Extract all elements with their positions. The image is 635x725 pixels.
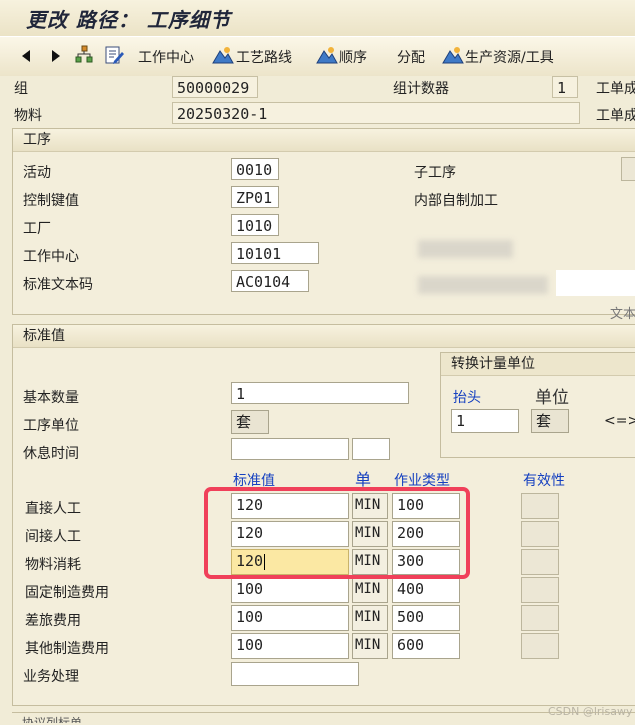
header-right-label: 工单成 [596,81,635,97]
unit-field[interactable]: MIN [352,633,388,659]
validity-checkbox[interactable] [521,633,559,659]
std-text-label: 标准文本码 [23,277,93,293]
highlight-annotation [204,487,470,579]
sub-operation-label: 子工序 [414,165,456,181]
next-arrow-icon[interactable] [52,48,60,64]
edit-icon[interactable] [104,45,124,69]
unit-field[interactable]: MIN [352,577,388,603]
material-field[interactable]: 20250320-1 [172,102,580,124]
work-center-field[interactable]: 10101 [231,242,319,264]
validity-checkbox[interactable] [521,605,559,631]
break-time-field[interactable] [231,438,349,460]
short-text-field[interactable] [556,270,635,296]
activity-field[interactable]: 0010 [231,158,279,180]
row-label: 固定制造费用 [25,585,109,601]
operation-unit-field[interactable]: 套 [231,410,269,434]
mountain-icon [316,45,338,69]
column-validity: 有效性 [523,473,565,489]
group-counter-label: 组计数器 [393,81,449,97]
group-counter-field[interactable]: 1 [552,76,578,98]
blurred-text [418,240,513,258]
row-label: 间接人工 [25,529,81,545]
toolbar-work-center[interactable]: 工作中心 [138,47,194,67]
mountain-icon [442,45,464,69]
conversion-unit-label: 单位 [535,388,569,408]
validity-checkbox[interactable] [521,549,559,575]
standard-value-field[interactable]: 100 [231,577,349,603]
validity-checkbox[interactable] [521,493,559,519]
std-text-field[interactable]: AC0104 [231,270,309,292]
unit-field[interactable]: MIN [352,605,388,631]
standard-value-field[interactable]: 100 [231,633,349,659]
base-quantity-field[interactable]: 1 [231,382,409,404]
section-title: 转换计量单位 [441,353,635,376]
standard-value-field[interactable]: 100 [231,605,349,631]
conversion-arrow: <=> [604,413,635,429]
sub-operation-checkbox[interactable] [621,157,635,181]
business-process-field[interactable] [231,662,359,686]
conversion-unit-field[interactable]: 套 [531,409,569,433]
work-center-label: 工作中心 [23,249,79,265]
page-title: 更改 路径： 工序细节 [26,8,231,32]
break-time-label: 休息时间 [23,446,79,462]
control-key-label: 控制键值 [23,193,79,209]
row-label: 差旅费用 [25,613,81,629]
section-title: 标准值 [13,325,635,348]
plant-label: 工厂 [23,221,51,237]
validity-checkbox[interactable] [521,577,559,603]
toolbar-sequence[interactable]: 顺序 [339,47,367,67]
long-text-label: 文本 [610,307,635,322]
row-label: 直接人工 [25,501,81,517]
toolbar-routing[interactable]: 工艺路线 [236,47,292,67]
material-label: 物料 [14,108,42,124]
hierarchy-icon[interactable] [74,45,94,69]
break-time-unit-field[interactable] [352,438,390,460]
header-right-label: 工单成 [596,108,635,124]
next-section-edge [12,712,635,725]
control-key-field[interactable]: ZP01 [231,186,279,208]
plant-field[interactable]: 1010 [231,214,279,236]
conversion-header-label: 抬头 [453,390,481,406]
operation-unit-label: 工序单位 [23,418,79,434]
base-quantity-label: 基本数量 [23,390,79,406]
activity-type-field[interactable]: 500 [392,605,460,631]
section-title: 工序 [13,129,635,152]
validity-checkbox[interactable] [521,521,559,547]
business-process-label: 业务处理 [23,669,79,685]
group-label: 组 [14,81,28,97]
activity-label: 活动 [23,165,51,181]
toolbar-prt[interactable]: 生产资源/工具 [465,47,554,67]
previous-arrow-icon[interactable] [22,48,30,64]
blurred-text [418,276,548,294]
internal-processing-label: 内部自制加工 [414,193,498,209]
activity-type-field[interactable]: 600 [392,633,460,659]
group-field[interactable]: 50000029 [172,76,258,98]
mountain-icon [212,45,234,69]
row-label: 物料消耗 [25,557,81,573]
watermark: CSDN @lrisawy [548,705,633,718]
row-label: 其他制造费用 [25,641,109,657]
activity-type-field[interactable]: 400 [392,577,460,603]
toolbar-assignment[interactable]: 分配 [397,47,425,67]
conversion-header-field[interactable]: 1 [451,409,519,433]
next-section-title: 协议列标单 [22,716,83,723]
